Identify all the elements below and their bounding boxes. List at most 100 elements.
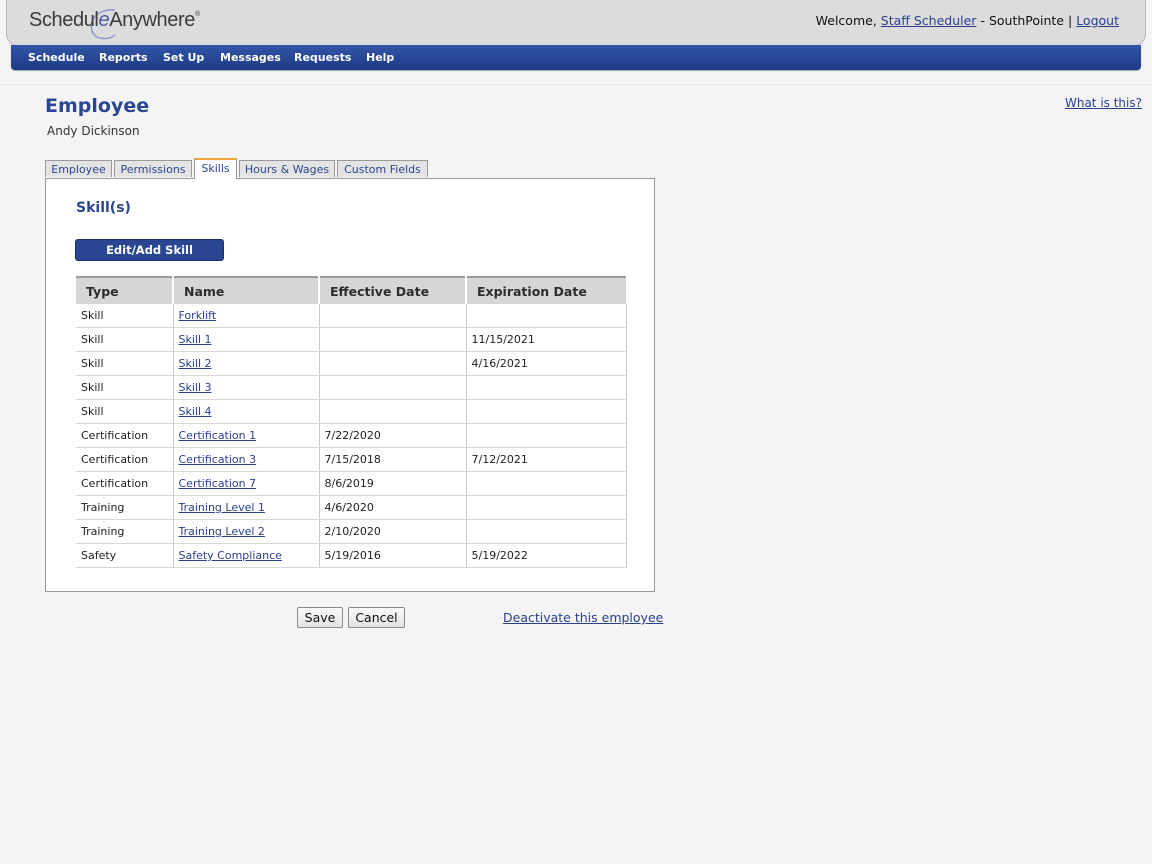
table-row: Safety Safety Compliance 5/19/2016 5/19/202… bbox=[76, 543, 627, 568]
skill-name-link[interactable]: Skill 3 bbox=[179, 381, 212, 394]
expiration-date-cell: 7/12/2021 bbox=[466, 447, 627, 472]
save-button[interactable]: Save bbox=[297, 607, 343, 628]
skill-name-link[interactable]: Skill 2 bbox=[179, 357, 212, 370]
schedule-anywhere-logo[interactable]: ScheduleAnywhere® bbox=[29, 9, 200, 32]
table-row: Training Training Level 2 2/10/2020 bbox=[76, 519, 627, 544]
table-row: Certification Certification 1 7/22/2020 bbox=[76, 423, 627, 448]
logout-link[interactable]: Logout bbox=[1076, 13, 1119, 28]
skill-type-cell: Training bbox=[76, 519, 174, 544]
nav-requests[interactable]: Requests bbox=[294, 51, 351, 64]
tab-skills[interactable]: Skills bbox=[194, 158, 237, 179]
expiration-date-cell bbox=[466, 519, 627, 544]
skill-type-cell: Safety bbox=[76, 543, 174, 568]
page-title: Employee bbox=[45, 95, 150, 117]
effective-date-cell bbox=[319, 304, 467, 328]
logo-text-suffix: Anywhere bbox=[109, 9, 195, 31]
skill-name-cell: Skill 4 bbox=[173, 399, 320, 424]
nav-set-up[interactable]: Set Up bbox=[163, 51, 204, 64]
skill-name-link[interactable]: Skill 4 bbox=[179, 405, 212, 418]
what-is-this-link[interactable]: What is this? bbox=[1065, 96, 1142, 110]
header-divider bbox=[0, 84, 1152, 85]
table-row: Certification Certification 3 7/15/2018 7/1… bbox=[76, 447, 627, 472]
skill-name-cell: Skill 2 bbox=[173, 351, 320, 376]
effective-date-cell: 4/6/2020 bbox=[319, 495, 467, 520]
edit-add-skill-button[interactable]: Edit/Add Skill bbox=[75, 239, 224, 261]
effective-date-cell bbox=[319, 399, 467, 424]
nav-reports[interactable]: Reports bbox=[99, 51, 148, 64]
skill-name-cell: Skill 3 bbox=[173, 375, 320, 400]
skills-panel: Skill(s) Edit/Add Skill Type Name Effect… bbox=[45, 178, 655, 592]
skill-name-link[interactable]: Training Level 2 bbox=[179, 525, 265, 538]
tab-custom-fields[interactable]: Custom Fields bbox=[337, 160, 428, 177]
expiration-date-cell bbox=[466, 304, 627, 328]
column-header-expiration-date[interactable]: Expiration Date bbox=[466, 276, 626, 304]
skill-name-cell: Skill 1 bbox=[173, 327, 320, 352]
skill-type-cell: Skill bbox=[76, 351, 174, 376]
tab-hours-wages[interactable]: Hours & Wages bbox=[239, 160, 335, 177]
skill-type-cell: Skill bbox=[76, 399, 174, 424]
location-name: SouthPointe bbox=[988, 13, 1064, 28]
tab-employee[interactable]: Employee bbox=[45, 160, 112, 177]
nav-messages[interactable]: Messages bbox=[220, 51, 281, 64]
app-header: ScheduleAnywhere® Welcome, Staff Schedul… bbox=[6, 0, 1146, 46]
skill-name-link[interactable]: Training Level 1 bbox=[179, 501, 265, 514]
effective-date-cell: 8/6/2019 bbox=[319, 471, 467, 496]
skill-name-link[interactable]: Forklift bbox=[179, 309, 217, 322]
skill-name-cell: Safety Compliance bbox=[173, 543, 320, 568]
skill-name-cell: Forklift bbox=[173, 304, 320, 328]
nav-schedule[interactable]: Schedule bbox=[28, 51, 85, 64]
table-row: Skill Skill 3 bbox=[76, 375, 627, 400]
expiration-date-cell: 11/15/2021 bbox=[466, 327, 627, 352]
skills-table-body: Skill Forklift Skill Skill 1 11/15/2021 Skill… bbox=[76, 304, 627, 568]
table-row: Skill Skill 4 bbox=[76, 399, 627, 424]
skill-type-cell: Skill bbox=[76, 375, 174, 400]
skill-type-cell: Certification bbox=[76, 423, 174, 448]
skill-name-cell: Certification 7 bbox=[173, 471, 320, 496]
skill-type-cell: Training bbox=[76, 495, 174, 520]
expiration-date-cell: 4/16/2021 bbox=[466, 351, 627, 376]
staff-scheduler-link[interactable]: Staff Scheduler bbox=[881, 13, 977, 28]
column-header-type[interactable]: Type bbox=[76, 276, 174, 304]
expiration-date-cell bbox=[466, 375, 627, 400]
skill-name-link[interactable]: Certification 1 bbox=[179, 429, 257, 442]
welcome-pipe: | bbox=[1067, 13, 1073, 28]
welcome-bar: Welcome, Staff Scheduler - SouthPointe |… bbox=[816, 13, 1119, 28]
skill-name-cell: Training Level 1 bbox=[173, 495, 320, 520]
skill-name-link[interactable]: Skill 1 bbox=[179, 333, 212, 346]
skills-table-header: Type Name Effective Date Expiration Date bbox=[76, 276, 626, 304]
table-row: Skill Skill 2 4/16/2021 bbox=[76, 351, 627, 376]
employee-name: Andy Dickinson bbox=[47, 124, 140, 138]
skill-type-cell: Certification bbox=[76, 471, 174, 496]
expiration-date-cell: 5/19/2022 bbox=[466, 543, 627, 568]
skill-name-cell: Training Level 2 bbox=[173, 519, 320, 544]
welcome-label: Welcome, bbox=[815, 13, 877, 28]
nav-help[interactable]: Help bbox=[366, 51, 394, 64]
effective-date-cell bbox=[319, 351, 467, 376]
main-nav: Schedule Reports Set Up Messages Request… bbox=[11, 45, 1141, 70]
table-row: Certification Certification 7 8/6/2019 bbox=[76, 471, 627, 496]
effective-date-cell: 5/19/2016 bbox=[319, 543, 467, 568]
skill-name-link[interactable]: Certification 3 bbox=[179, 453, 257, 466]
logo-text-e: e bbox=[98, 9, 110, 31]
table-row: Skill Skill 1 11/15/2021 bbox=[76, 327, 627, 352]
deactivate-employee-link[interactable]: Deactivate this employee bbox=[503, 610, 663, 625]
expiration-date-cell bbox=[466, 495, 627, 520]
column-header-effective-date[interactable]: Effective Date bbox=[319, 276, 467, 304]
skill-name-link[interactable]: Certification 7 bbox=[179, 477, 257, 490]
expiration-date-cell bbox=[466, 399, 627, 424]
cancel-button[interactable]: Cancel bbox=[348, 607, 405, 628]
skill-name-link[interactable]: Safety Compliance bbox=[179, 549, 282, 562]
effective-date-cell bbox=[319, 327, 467, 352]
skill-type-cell: Skill bbox=[76, 304, 174, 328]
effective-date-cell: 2/10/2020 bbox=[319, 519, 467, 544]
tab-permissions[interactable]: Permissions bbox=[114, 160, 192, 177]
effective-date-cell: 7/15/2018 bbox=[319, 447, 467, 472]
skills-heading: Skill(s) bbox=[76, 200, 131, 216]
skill-name-cell: Certification 3 bbox=[173, 447, 320, 472]
column-header-name[interactable]: Name bbox=[173, 276, 320, 304]
expiration-date-cell bbox=[466, 471, 627, 496]
skill-name-cell: Certification 1 bbox=[173, 423, 320, 448]
logo-registered-mark: ® bbox=[194, 11, 200, 18]
skill-type-cell: Certification bbox=[76, 447, 174, 472]
table-row: Skill Forklift bbox=[76, 304, 627, 328]
